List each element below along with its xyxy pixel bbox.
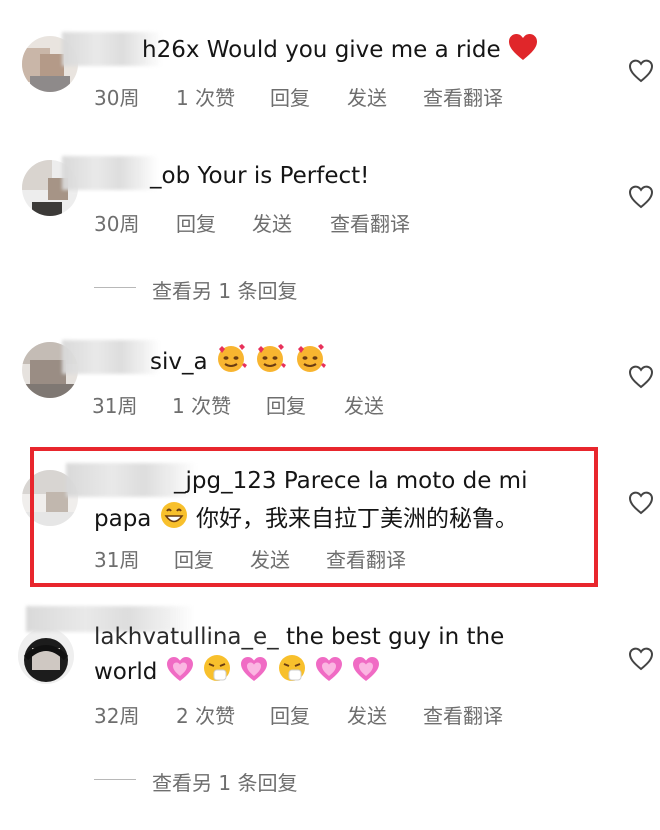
username[interactable]: _ob	[150, 163, 190, 189]
red-heart-icon	[508, 33, 538, 69]
comment-body-line2: world	[94, 659, 158, 685]
view-more-replies[interactable]: 查看另 1 条回复	[94, 275, 298, 304]
comment-body: Your is Perfect!	[197, 163, 370, 189]
comment-text: h26x Would you give me a ride	[142, 33, 538, 69]
growing-heart-icon	[239, 655, 269, 691]
avatar[interactable]	[18, 628, 74, 684]
sneezing-face-icon	[202, 653, 232, 691]
comment-body-line1: the best guy in the	[286, 624, 505, 650]
translate-button[interactable]: 查看翻译	[330, 208, 410, 237]
view-more-replies[interactable]: 查看另 1 条回复	[94, 767, 298, 796]
growing-heart-icon	[165, 655, 195, 691]
translate-button[interactable]: 查看翻译	[423, 82, 503, 111]
send-button[interactable]: 发送	[347, 82, 387, 111]
username[interactable]: h26x	[142, 37, 199, 63]
comment-meta: 32周 2 次赞 回复 发送 查看翻译	[94, 700, 614, 729]
translate-button[interactable]: 查看翻译	[423, 700, 503, 729]
divider-line	[94, 779, 136, 780]
timestamp: 31周	[92, 394, 138, 418]
sneezing-face-icon	[277, 653, 307, 691]
like-heart-icon[interactable]	[628, 58, 654, 84]
comment-text: _ob Your is Perfect!	[150, 161, 369, 191]
comment-meta: 31周 1 次赞 回复 发送	[92, 390, 612, 419]
username[interactable]: siv_a	[150, 349, 208, 375]
reply-button[interactable]: 回复	[270, 82, 310, 111]
likes-count[interactable]: 2 次赞	[176, 700, 235, 729]
send-button[interactable]: 发送	[344, 390, 384, 419]
comment-text: lakhvatullina_e_ the best guy in the	[94, 622, 504, 652]
growing-heart-icon	[314, 655, 344, 691]
send-button[interactable]: 发送	[252, 208, 292, 237]
growing-heart-icon	[351, 655, 381, 691]
timestamp: 32周	[94, 704, 140, 728]
username-redacted	[62, 340, 160, 374]
view-more-replies-label: 查看另 1 条回复	[152, 771, 298, 795]
reply-button[interactable]: 回复	[176, 208, 216, 237]
smiling-face-with-hearts-icon	[294, 343, 326, 381]
comment-body: Would you give me a ride	[206, 37, 501, 63]
comment-meta: 30周 1 次赞 回复 发送 查看翻译	[94, 82, 614, 111]
comment-meta: 30周 回复 发送 查看翻译	[94, 208, 614, 237]
reply-button[interactable]: 回复	[266, 390, 306, 419]
smiling-face-with-hearts-icon	[215, 343, 247, 381]
timestamp: 30周	[94, 212, 140, 236]
username-redacted	[62, 156, 158, 190]
timestamp: 30周	[94, 86, 140, 110]
view-more-replies-label: 查看另 1 条回复	[152, 279, 298, 303]
divider-line	[94, 287, 136, 288]
red-highlight-box	[30, 447, 598, 587]
likes-count[interactable]: 1 次赞	[176, 82, 235, 111]
like-heart-icon[interactable]	[628, 646, 654, 672]
smiling-face-with-hearts-icon	[254, 343, 287, 381]
reply-button[interactable]: 回复	[270, 700, 310, 729]
comment-text-line2: world	[94, 653, 381, 691]
send-button[interactable]: 发送	[347, 700, 387, 729]
like-heart-icon[interactable]	[628, 184, 654, 210]
like-heart-icon[interactable]	[628, 364, 654, 390]
username[interactable]: lakhvatullina_e_	[94, 624, 279, 650]
comment-text: siv_a	[150, 343, 326, 381]
like-heart-icon[interactable]	[628, 490, 654, 516]
likes-count[interactable]: 1 次赞	[172, 390, 231, 419]
